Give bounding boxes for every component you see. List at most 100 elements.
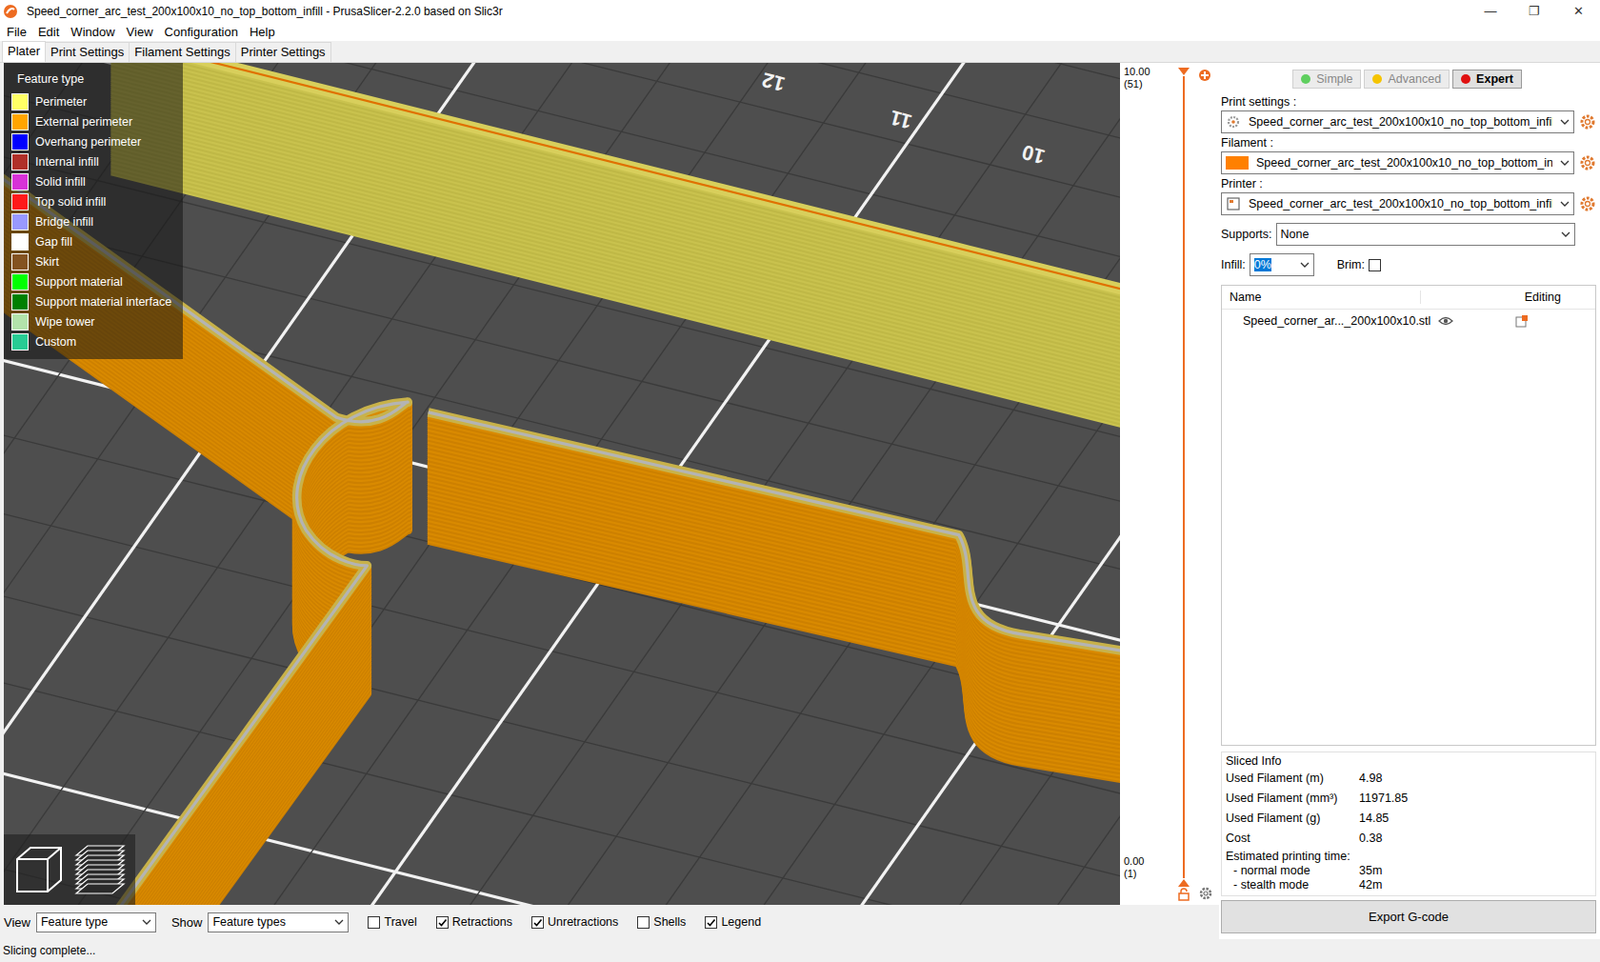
lower-thumb-icon[interactable] <box>1177 878 1191 888</box>
lock-icon[interactable] <box>1177 887 1191 901</box>
view-option[interactable]: Shells <box>637 915 686 929</box>
sliced-info-row: Cost0.38 <box>1225 827 1592 848</box>
menu-item[interactable]: View <box>120 24 160 40</box>
column-header[interactable]: Name <box>1221 290 1421 304</box>
layer-slider[interactable]: 10.00(51)0.00(1) <box>1120 62 1220 905</box>
object-list: NameEditing Speed_corner_ar..._200x100x10… <box>1220 284 1597 746</box>
window-control[interactable]: ✕ <box>1556 3 1600 19</box>
bed-label: 12 <box>759 67 787 96</box>
3d-preview[interactable]: 121110Feature typePerimeterExternal peri… <box>3 62 1120 905</box>
chevron-down-icon <box>141 918 152 926</box>
legend-label: Wipe tower <box>35 315 96 329</box>
tab-bar: PlaterPrint SettingsFilament SettingsPri… <box>0 40 1600 63</box>
tab[interactable]: Plater <box>1 40 46 62</box>
legend-label: Skirt <box>35 255 60 269</box>
tab[interactable]: Printer Settings <box>235 41 332 62</box>
legend-item: Bridge infill <box>11 211 176 232</box>
legend-label: Support material interface <box>35 295 172 309</box>
preset-row: Speed_corner_arc_test_200x100x10_no_top_… <box>1220 110 1597 134</box>
print-settings-icon <box>1225 114 1241 130</box>
view-toolbar <box>3 834 136 905</box>
tab[interactable]: Print Settings <box>44 41 130 62</box>
preset-value: Speed_corner_arc_test_200x100x10_no_top_… <box>1248 197 1553 211</box>
info-key: Used Filament (g) <box>1225 811 1360 825</box>
mode-button[interactable]: Expert <box>1452 69 1522 89</box>
menu-item[interactable]: Edit <box>32 24 65 40</box>
slider-bottom-layer: (1) <box>1123 867 1170 880</box>
cube-view-icon[interactable] <box>11 841 67 898</box>
supports-row: Supports:None <box>1220 222 1597 246</box>
legend-swatch <box>11 313 29 331</box>
view-option[interactable]: Travel <box>367 915 417 929</box>
legend-swatch <box>11 293 29 311</box>
mode-dot <box>1460 74 1471 84</box>
preview-bottom-bar: ViewFeature typeShowFeature typesTravelR… <box>0 904 1220 940</box>
cog-icon[interactable] <box>1198 885 1214 901</box>
infill-combo[interactable]: 0% <box>1249 253 1315 277</box>
menu-item[interactable]: Help <box>243 24 281 40</box>
edit-object-icon[interactable] <box>1515 314 1529 328</box>
export-gcode-button[interactable]: Export G-code <box>1220 900 1597 934</box>
info-key: Used Filament (mm³) <box>1225 791 1360 805</box>
preset-combo[interactable]: Speed_corner_arc_test_200x100x10_no_top_… <box>1220 110 1575 134</box>
bed-label: 11 <box>887 105 915 134</box>
tab[interactable]: Filament Settings <box>128 41 236 62</box>
legend-label: Support material <box>35 275 123 289</box>
legend-title: Feature type <box>17 72 176 86</box>
menu-bar: FileEditWindowViewConfigurationHelp <box>0 21 1600 41</box>
sliced-info-title: Sliced Info <box>1225 754 1592 768</box>
legend-swatch <box>11 173 29 191</box>
view-option-checkbox[interactable] <box>704 916 718 929</box>
upper-thumb-icon[interactable] <box>1177 66 1191 77</box>
legend-item: Gap fill <box>11 231 176 252</box>
sliced-info-row: Used Filament (m)4.98 <box>1225 767 1592 788</box>
preset-value: Speed_corner_arc_test_200x100x10_no_top_… <box>1248 115 1553 129</box>
view-option-checkbox[interactable] <box>367 916 380 929</box>
legend-swatch <box>11 193 29 211</box>
supports-select[interactable]: None <box>1276 222 1576 246</box>
chevron-down-icon <box>1300 260 1310 269</box>
window-control[interactable]: — <box>1468 3 1513 19</box>
view-option-checkbox[interactable] <box>637 916 650 929</box>
legend-swatch <box>11 93 29 111</box>
edit-preset-gear-icon[interactable] <box>1579 154 1597 172</box>
menu-item[interactable]: File <box>0 24 33 40</box>
preset-combo[interactable]: Speed_corner_arc_test_200x100x10_no_top_… <box>1220 192 1575 216</box>
object-row[interactable]: Speed_corner_ar..._200x100x10.stl <box>1221 309 1596 333</box>
infill-label: Infill: <box>1220 258 1246 272</box>
mode-switch: SimpleAdvancedExpert <box>1220 62 1597 93</box>
object-name[interactable]: Speed_corner_ar..._200x100x10.stl <box>1221 314 1431 328</box>
prusaslicer-logo-icon <box>0 3 21 20</box>
check-icon <box>532 917 543 928</box>
mode-button[interactable]: Advanced <box>1363 69 1450 89</box>
view-option[interactable]: Unretractions <box>531 915 619 929</box>
menu-item[interactable]: Configuration <box>159 24 244 40</box>
layers-view-icon[interactable] <box>72 841 128 898</box>
legend-swatch <box>11 213 29 231</box>
edit-preset-gear-icon[interactable] <box>1579 113 1597 131</box>
window-control[interactable]: ❐ <box>1512 3 1557 19</box>
view-option[interactable]: Retractions <box>436 915 513 929</box>
preset-combo[interactable]: Speed_corner_arc_test_200x100x10_no_top_… <box>1220 151 1575 175</box>
legend-swatch <box>11 273 29 291</box>
info-value: 0.38 <box>1359 831 1382 845</box>
column-header[interactable]: Editing <box>1420 290 1596 304</box>
view-row: 121110Feature typePerimeterExternal peri… <box>0 62 1220 905</box>
time-row: - stealth mode42m <box>1225 877 1592 892</box>
view-type-select[interactable]: Feature type <box>36 912 157 933</box>
mode-button[interactable]: Simple <box>1292 69 1361 89</box>
view-option-checkbox[interactable] <box>531 916 544 929</box>
add-color-change-icon[interactable] <box>1198 68 1212 82</box>
show-select[interactable]: Feature types <box>207 912 349 933</box>
slider-top-value: 10.00 <box>1123 65 1170 79</box>
view-option-label: Retractions <box>452 915 513 929</box>
eye-icon[interactable] <box>1438 315 1454 327</box>
brim-checkbox[interactable] <box>1368 259 1381 272</box>
view-option-checkbox[interactable] <box>436 916 449 929</box>
printer-icon <box>1225 196 1241 212</box>
view-option[interactable]: Legend <box>704 915 761 929</box>
infill-value[interactable]: 0% <box>1254 258 1272 272</box>
chevron-down-icon <box>1560 159 1570 167</box>
menu-item[interactable]: Window <box>64 24 120 40</box>
edit-preset-gear-icon[interactable] <box>1579 195 1597 213</box>
